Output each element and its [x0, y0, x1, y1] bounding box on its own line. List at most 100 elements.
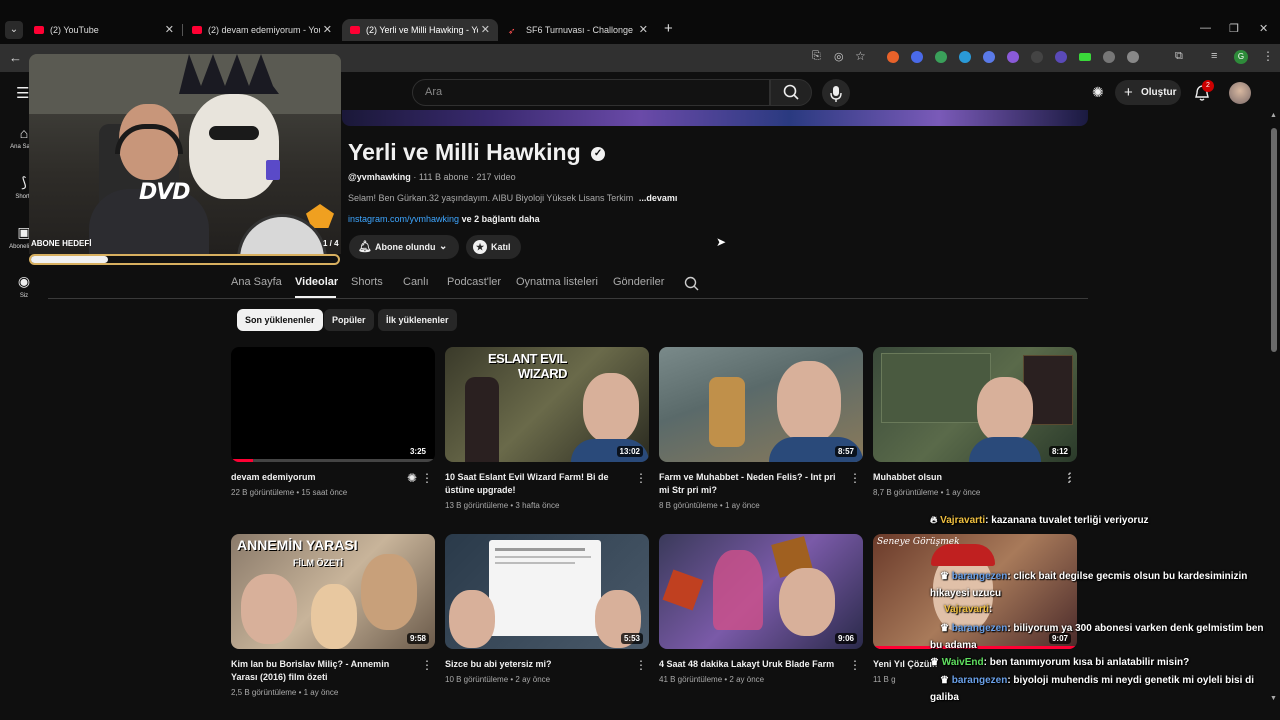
tab-live[interactable]: Canlı [403, 276, 429, 288]
video-menu-icon[interactable]: ⋮ [421, 658, 433, 672]
profile-avatar[interactable]: G [1234, 50, 1248, 64]
join-label: Katıl [491, 242, 511, 252]
video-menu-icon[interactable]: ⋮ [635, 658, 647, 672]
spark-icon[interactable]: ✺ [407, 471, 417, 485]
chip-latest[interactable]: Son yüklenenler [237, 309, 323, 331]
maximize-icon[interactable]: ❐ [1229, 22, 1239, 35]
video-title[interactable]: Kim lan bu Borislav Miliç? - Annemin Yar… [231, 658, 417, 684]
video-thumbnail[interactable]: ANNEMİN YARASI FİLM ÖZETİ 9:58 [231, 534, 435, 649]
extension-icon[interactable] [887, 51, 899, 63]
scroll-down-icon[interactable]: ▼ [1270, 695, 1277, 702]
video-title[interactable]: Muhabbet olsun [873, 471, 1059, 484]
sub-goal-label: ABONE HEDEFİ [31, 239, 92, 248]
voice-search-button[interactable] [822, 79, 850, 107]
eye-off-icon[interactable]: ◎ [834, 50, 844, 63]
video-thumbnail[interactable]: 9:06 [659, 534, 863, 649]
bookmark-star-icon[interactable]: ☆ [855, 49, 866, 63]
channel-description[interactable]: Selam! Ben Gürkan.32 yaşındayım. AIBU Bi… [348, 193, 677, 203]
tab-playlists[interactable]: Oynatma listeleri [516, 276, 598, 288]
sidebar-item-you[interactable]: ◉ Siz [0, 273, 48, 299]
subscribed-button[interactable]: 🔔︎ Abone olundu ⌄ [349, 235, 459, 259]
video-title[interactable]: 4 Saat 48 dakika Lakayt Uruk Blade Farm [659, 658, 845, 671]
tab-search-button[interactable]: ⌄ [5, 21, 23, 39]
tab-posts[interactable]: Gönderiler [613, 276, 664, 288]
more-links[interactable]: ve 2 bağlantı daha [462, 214, 540, 224]
account-avatar[interactable] [1229, 82, 1251, 104]
extension-icon[interactable] [1127, 51, 1139, 63]
video-duration: 8:57 [834, 446, 857, 457]
video-menu-icon[interactable]: ⋮ [849, 658, 861, 672]
video-thumbnail[interactable]: 5:53 [445, 534, 649, 649]
chip-oldest[interactable]: İlk yüklenenler [378, 309, 457, 331]
tab-close-icon[interactable]: ✕ [481, 23, 490, 36]
extension-icon[interactable] [911, 51, 923, 63]
tab-close-icon[interactable]: ✕ [639, 23, 648, 36]
video-menu-icon[interactable]: ⋮ [635, 471, 647, 485]
extension-icon[interactable] [959, 51, 971, 63]
new-tab-button[interactable]: + [664, 20, 673, 37]
tab-videos[interactable]: Videolar [295, 276, 338, 288]
video-thumbnail[interactable]: 8:57 [659, 347, 863, 462]
tab-podcasts[interactable]: Podcast'ler [447, 276, 501, 288]
tab-shorts[interactable]: Shorts [351, 276, 383, 288]
video-menu-icon[interactable]: ⋮ [1064, 470, 1076, 484]
extension-icon[interactable] [1079, 53, 1091, 61]
extensions-puzzle-icon[interactable]: ⧉ [1175, 50, 1183, 63]
can [266, 160, 280, 180]
video-age: 1 ay önce [303, 688, 339, 697]
video-card[interactable]: 9:06 4 Saat 48 dakika Lakayt Uruk Blade … [659, 534, 863, 684]
create-button[interactable]: + Oluştur [1115, 80, 1181, 105]
search-button[interactable] [770, 79, 812, 106]
hamburger-menu-icon[interactable]: ☰ [16, 84, 29, 102]
extension-icon[interactable] [1031, 51, 1043, 63]
browser-menu-icon[interactable]: ⋮ [1262, 49, 1274, 63]
game-character [709, 377, 745, 447]
minimize-icon[interactable]: — [1200, 22, 1211, 34]
video-meta: 10 B görüntüleme • 2 ay önce [445, 675, 551, 684]
browser-tab-channel-active[interactable]: (2) Yerli ve Milli Hawking - YouTube ✕ [342, 19, 498, 41]
video-card[interactable]: 8:12 Muhabbet olsun 8,7 B görüntüleme • … [873, 347, 1077, 497]
search-input[interactable]: Ara [412, 79, 770, 106]
channel-search-icon[interactable] [684, 276, 700, 292]
page-scrollbar-thumb[interactable] [1271, 128, 1277, 352]
notifications-button[interactable]: 2 [1193, 80, 1214, 104]
extension-icon[interactable] [1103, 51, 1115, 63]
extension-icon[interactable] [983, 51, 995, 63]
spark-icon[interactable]: ✺ [1092, 84, 1104, 101]
video-title[interactable]: 10 Saat Eslant Evil Wizard Farm! Bi de ü… [445, 471, 631, 497]
tab-close-icon[interactable]: ✕ [165, 23, 174, 36]
video-thumbnail[interactable]: 3:25 [231, 347, 435, 462]
extension-icon[interactable] [1055, 51, 1067, 63]
video-card[interactable]: 3:25 devam edemiyorum 22 B görüntüleme •… [231, 347, 435, 497]
chip-popular[interactable]: Popüler [324, 309, 374, 331]
tab-home[interactable]: Ana Sayfa [231, 276, 282, 288]
description-more-link[interactable]: ...devamı [639, 193, 678, 203]
browser-tab-youtube-home[interactable]: (2) YouTube ✕ [26, 19, 182, 41]
video-card[interactable]: 5:53 Sizce bu abi yetersiz mi? 10 B görü… [445, 534, 649, 684]
extension-icon[interactable] [1007, 51, 1019, 63]
video-thumbnail[interactable]: 8:12 [873, 347, 1077, 462]
video-menu-icon[interactable]: ⋮ [421, 471, 433, 485]
video-card[interactable]: 8:57 Farm ve Muhabbet - Neden Felis? - I… [659, 347, 863, 510]
video-title[interactable]: devam edemiyorum [231, 471, 417, 484]
video-card[interactable]: ANNEMİN YARASI FİLM ÖZETİ 9:58 Kim lan b… [231, 534, 435, 697]
join-button[interactable]: ★ Katıl [466, 235, 521, 259]
back-arrow-icon[interactable]: ← [9, 50, 22, 65]
video-thumbnail[interactable]: ESLANT EVIL WIZARD 13:02 [445, 347, 649, 462]
video-title[interactable]: Sizce bu abi yetersiz mi? [445, 658, 631, 671]
video-meta: 22 B görüntüleme • 15 saat önce [231, 488, 348, 497]
instagram-link[interactable]: instagram.com/yvmhawking [348, 214, 459, 224]
browser-tab-devam[interactable]: (2) devam edemiyorum - YouTube ✕ [184, 19, 340, 41]
install-app-icon[interactable]: ⎘ [812, 50, 821, 63]
tab-close-icon[interactable]: ✕ [323, 23, 332, 36]
extension-icon[interactable] [935, 51, 947, 63]
browser-tab-challonge[interactable]: ➶ SF6 Turnuvası - Challonge ✕ [500, 19, 656, 41]
scroll-up-icon[interactable]: ▲ [1270, 112, 1277, 119]
window-close-icon[interactable]: ✕ [1259, 22, 1268, 35]
media-controls-icon[interactable]: ≡ [1211, 50, 1217, 62]
video-menu-icon[interactable]: ⋮ [849, 471, 861, 485]
video-title[interactable]: Farm ve Muhabbet - Neden Felis? - Int pr… [659, 471, 845, 497]
text-line [495, 548, 585, 551]
sub-goal-progress-fill [31, 256, 108, 263]
video-card[interactable]: ESLANT EVIL WIZARD 13:02 10 Saat Eslant … [445, 347, 649, 510]
